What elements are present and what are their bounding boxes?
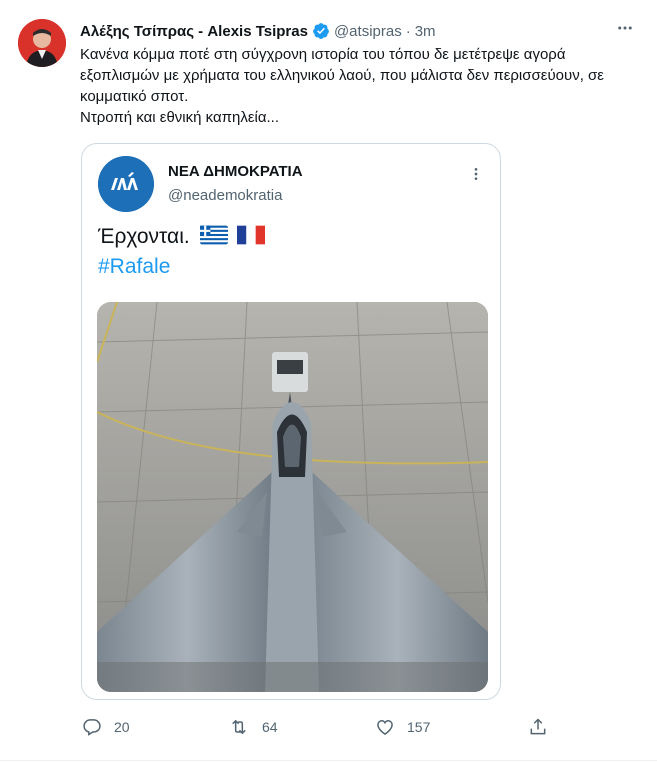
heart-icon: [377, 719, 393, 735]
quoted-media-image[interactable]: [97, 302, 488, 692]
divider: [0, 760, 657, 761]
author-avatar[interactable]: [18, 19, 66, 67]
france-flag-icon: [237, 225, 266, 245]
greece-flag-icon: [199, 225, 228, 245]
reply-button[interactable]: 20: [82, 713, 130, 741]
tweet-text: Κανένα κόμμα ποτέ στη σύγχρονη ιστορία τ…: [80, 46, 604, 126]
more-options-icon[interactable]: [615, 18, 635, 38]
tweet[interactable]: Αλέξης Τσίπρας - Alexis Tsipras @atsipra…: [0, 0, 657, 763]
like-button[interactable]: 157: [375, 713, 430, 741]
share-button[interactable]: [528, 713, 548, 741]
reply-count: 20: [114, 719, 130, 735]
quoted-handle[interactable]: @neademokratia: [168, 187, 282, 204]
nd-logo-icon: [98, 156, 154, 212]
tweet-action-bar: 20 64 157: [82, 713, 552, 741]
separator-dot: ·: [405, 22, 411, 40]
reply-icon: [83, 719, 101, 736]
retweet-count: 64: [262, 719, 278, 735]
share-icon: [530, 718, 546, 735]
retweet-icon: [232, 719, 246, 735]
quoted-author-avatar[interactable]: [98, 156, 154, 212]
rafale-hashtag-link[interactable]: #Rafale: [98, 252, 265, 282]
quoted-display-name[interactable]: ΝΕΑ ΔΗΜΟΚΡΑΤΙΑ: [168, 163, 303, 180]
tweet-timestamp[interactable]: 3m: [415, 23, 436, 40]
verified-badge-icon: [313, 23, 329, 39]
quoted-tweet[interactable]: ΝΕΑ ΔΗΜΟΚΡΑΤΙΑ @neademokratia Έρχονται.: [81, 143, 501, 700]
retweet-button[interactable]: 64: [228, 713, 278, 741]
quoted-text-line: Έρχονται.: [98, 225, 190, 248]
quoted-text: Έρχονται. #Rafale: [98, 222, 266, 282]
tweet-header: Αλέξης Τσίπρας - Alexis Tsipras @atsipra…: [80, 20, 637, 42]
author-display-name[interactable]: Αλέξης Τσίπρας - Alexis Tsipras: [80, 23, 308, 40]
like-count: 157: [407, 719, 431, 735]
quoted-more-icon[interactable]: [466, 164, 486, 184]
author-handle[interactable]: @atsipras: [334, 23, 402, 40]
